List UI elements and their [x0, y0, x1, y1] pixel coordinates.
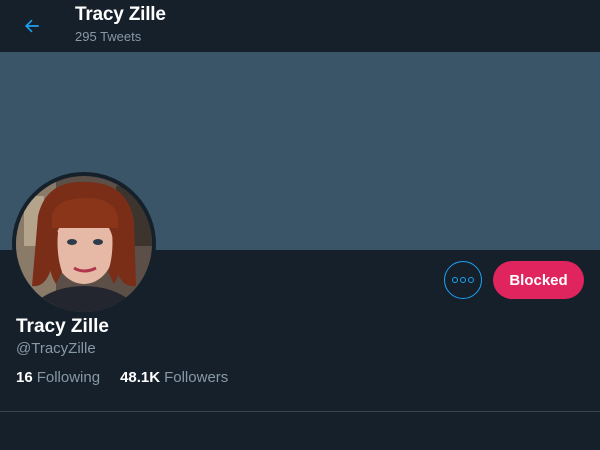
followers-label: Followers: [164, 369, 229, 386]
header-title: Tracy Zille: [75, 4, 166, 25]
avatar[interactable]: [12, 172, 156, 316]
back-button[interactable]: [14, 8, 50, 44]
following-count: 16: [16, 369, 33, 386]
divider: [0, 411, 600, 412]
profile-stats: 16 Following 48.1K Followers: [16, 369, 228, 387]
tweet-count: 295 Tweets: [75, 29, 142, 44]
blocked-button[interactable]: Blocked: [493, 261, 584, 299]
followers-link[interactable]: 48.1K Followers: [120, 369, 228, 387]
following-label: Following: [36, 369, 101, 386]
user-handle: @TracyZille: [16, 340, 96, 357]
arrow-left-icon: [25, 19, 39, 33]
avatar-photo: [16, 176, 152, 312]
following-link[interactable]: 16 Following: [16, 369, 100, 387]
display-name: Tracy Zille: [16, 316, 109, 337]
followers-count: 48.1K: [120, 369, 161, 386]
more-options-button[interactable]: [444, 261, 482, 299]
more-horizontal-icon: [452, 277, 474, 283]
profile-header: Tracy Zille 295 Tweets: [0, 0, 600, 52]
